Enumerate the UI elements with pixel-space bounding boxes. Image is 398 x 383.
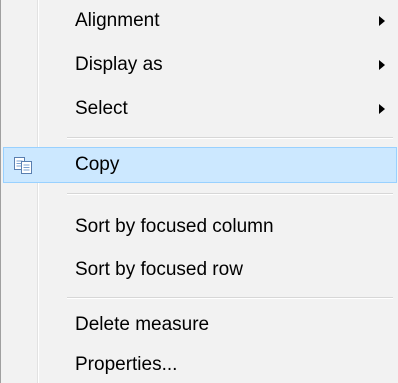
menu-item-label: Display as: [75, 54, 163, 75]
menu-item-label: Alignment: [75, 10, 160, 31]
menu-item-display-as[interactable]: Display as: [3, 47, 397, 83]
submenu-arrow-icon: [379, 104, 385, 114]
menu-item-label: Select: [75, 98, 128, 119]
menu-item-label: Sort by focused column: [75, 216, 274, 237]
submenu-arrow-icon: [379, 60, 385, 70]
menu-item-label: Delete measure: [75, 314, 210, 335]
menu-item-delete-measure[interactable]: Delete measure: [3, 307, 397, 343]
menu-separator: [67, 193, 393, 195]
menu-item-sort-by-focused-column[interactable]: Sort by focused column: [3, 209, 397, 245]
menu-item-label: Copy: [75, 154, 120, 175]
submenu-arrow-icon: [379, 16, 385, 26]
menu-item-properties[interactable]: Properties...: [3, 347, 397, 383]
menu-item-label: Sort by focused row: [75, 259, 243, 280]
menu-item-sort-by-focused-row[interactable]: Sort by focused row: [3, 252, 397, 288]
menu-separator: [67, 137, 393, 139]
context-menu: Alignment Display as Select Copy Sort by…: [0, 0, 398, 383]
menu-item-label: Properties...: [75, 354, 178, 375]
menu-item-copy[interactable]: Copy: [3, 147, 397, 183]
copy-icon: [14, 157, 32, 174]
menu-separator: [67, 297, 393, 299]
menu-item-alignment[interactable]: Alignment: [3, 3, 397, 39]
menu-item-select[interactable]: Select: [3, 91, 397, 127]
